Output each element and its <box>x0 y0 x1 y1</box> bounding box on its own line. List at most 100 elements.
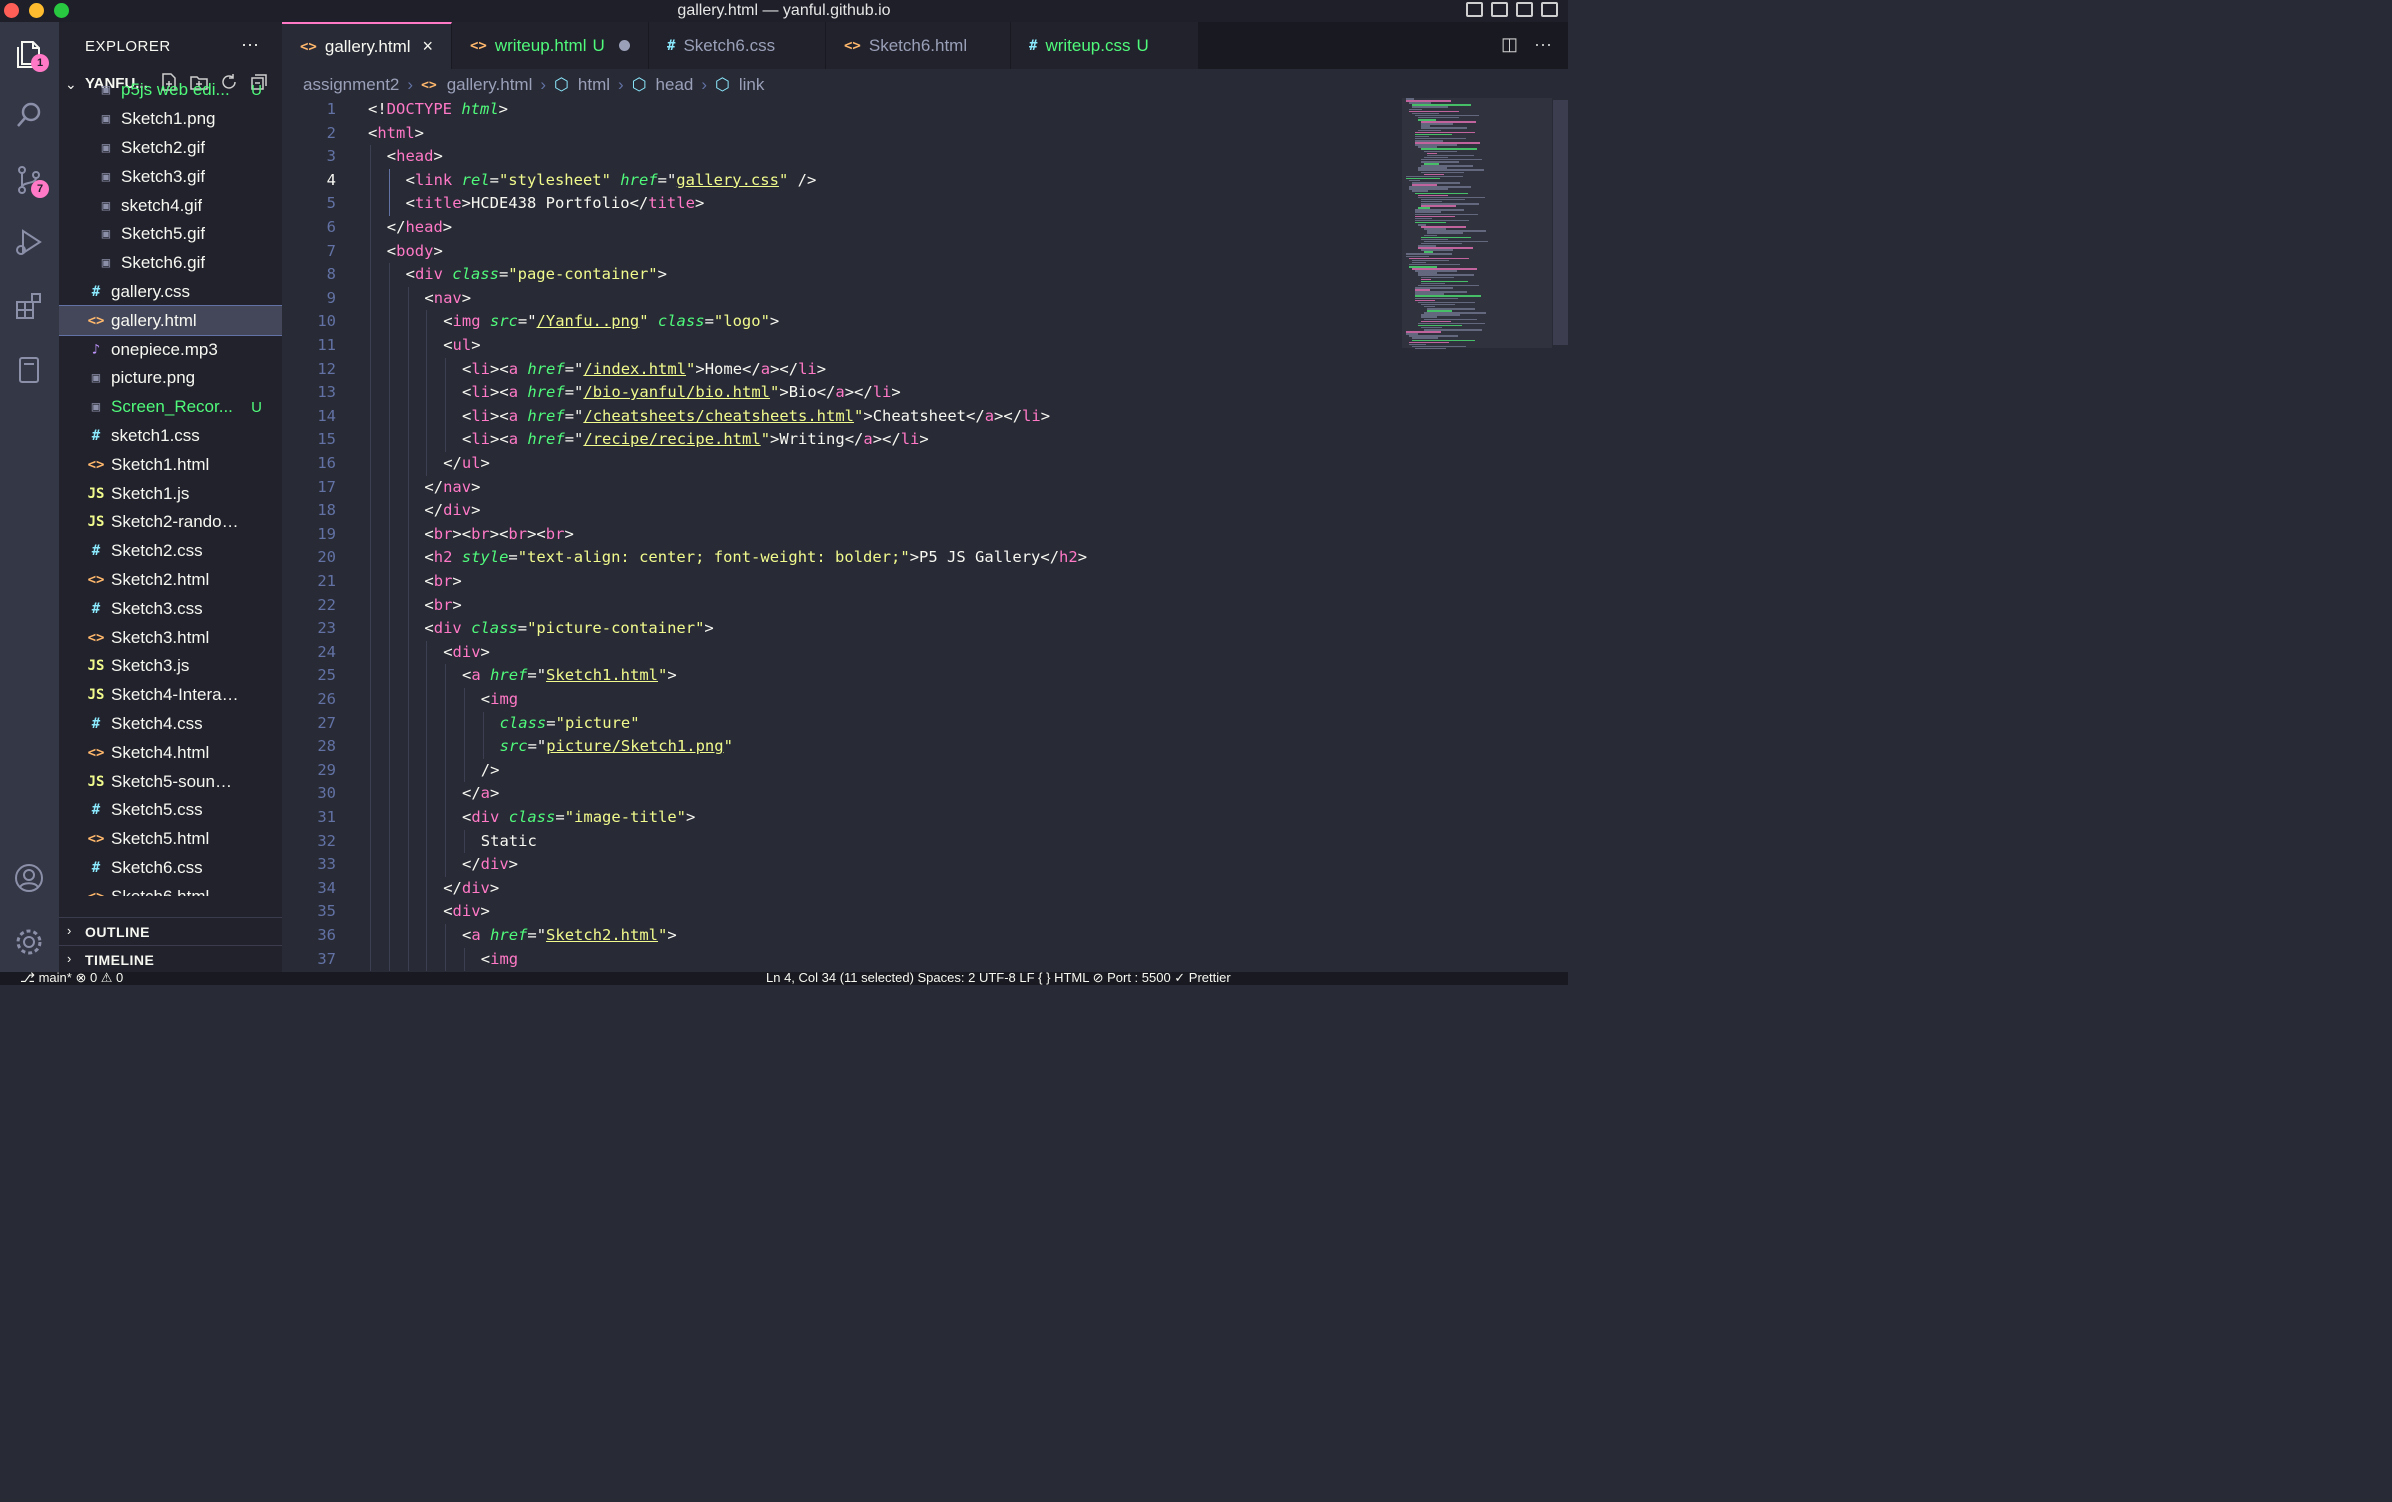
code-line[interactable]: 37 <img <box>282 947 1392 972</box>
code-line[interactable]: 7 <body> <box>282 239 1392 264</box>
file-item[interactable]: # Sketch2.css <box>59 537 282 566</box>
explorer-button[interactable]: 1 <box>9 34 49 74</box>
file-item[interactable]: <> Sketch1.html <box>59 450 282 479</box>
code-line[interactable]: 1 <!DOCTYPE html> <box>282 98 1392 122</box>
code-line[interactable]: 31 <div class="image-title"> <box>282 806 1392 830</box>
file-item[interactable]: ▣ sketch4.gif <box>59 191 282 220</box>
code-line[interactable]: 24 <div> <box>282 640 1392 665</box>
breadcrumb-item[interactable]: head <box>656 75 694 95</box>
explorer-more-icon[interactable]: ··· <box>241 34 259 55</box>
file-item[interactable]: <> Sketch2.html <box>59 566 282 595</box>
file-item[interactable]: JS Sketch5-sound.js <box>59 767 282 796</box>
file-item[interactable]: ▣ Screen_Recor... U <box>59 393 282 422</box>
file-item[interactable]: ♪ onepiece.mp3 <box>59 335 282 364</box>
breadcrumb-item[interactable]: html <box>578 75 610 95</box>
file-item[interactable]: # Sketch6.css <box>59 854 282 883</box>
more-actions-icon[interactable]: ··· <box>1534 34 1552 55</box>
code-line[interactable]: 34 </div> <box>282 876 1392 901</box>
file-item[interactable]: <> Sketch3.html <box>59 623 282 652</box>
code-line[interactable]: 30 </a> <box>282 782 1392 806</box>
code-line[interactable]: 36 <a href="Sketch2.html"> <box>282 924 1392 948</box>
accounts-button[interactable] <box>9 858 49 898</box>
code-line[interactable]: 6 </head> <box>282 216 1392 240</box>
code-line[interactable]: 2 <html> <box>282 122 1392 146</box>
code-line[interactable]: 18 </div> <box>282 499 1392 523</box>
tab-gallery-html[interactable]: <> gallery.html × <box>282 22 452 69</box>
minimap[interactable] <box>1402 98 1552 358</box>
file-item[interactable]: ▣ Sketch1.png <box>59 105 282 134</box>
manage-button[interactable] <box>9 922 49 962</box>
file-item[interactable]: # gallery.css <box>59 278 282 307</box>
file-item[interactable]: <> gallery.html <box>59 305 282 337</box>
status-right[interactable]: Ln 4, Col 34 (11 selected) Spaces: 2 UTF… <box>766 972 1231 985</box>
code-line[interactable]: 8 <div class="page-container"> <box>282 263 1392 287</box>
tab-Sketch6-css[interactable]: # Sketch6.css <box>649 22 826 69</box>
outline-section[interactable]: › OUTLINE <box>59 917 282 946</box>
vertical-scrollbar[interactable] <box>1553 100 1568 345</box>
code-line[interactable]: 11 <ul> <box>282 334 1392 358</box>
code-line[interactable]: 27 class="picture" <box>282 711 1392 736</box>
code-line[interactable]: 29 /> <box>282 758 1392 783</box>
tab-writeup-css[interactable]: # writeup.css U <box>1011 22 1199 69</box>
unsaved-dot-icon[interactable] <box>618 40 630 51</box>
file-item[interactable]: # sketch1.css <box>59 422 282 451</box>
tab-writeup-html[interactable]: <> writeup.html U <box>452 22 649 69</box>
code-line[interactable]: 12 <li><a href="/index.html">Home</a></li… <box>282 357 1392 382</box>
file-item[interactable]: ▣ Sketch2.gif <box>59 134 282 163</box>
run-debug-button[interactable] <box>9 222 49 262</box>
close-icon[interactable]: × <box>423 36 434 57</box>
code-line[interactable]: 28 src="picture/Sketch1.png" <box>282 735 1392 759</box>
breadcrumb-item[interactable]: gallery.html <box>447 75 533 95</box>
extensions-button[interactable] <box>9 286 49 326</box>
file-item[interactable]: ▣ Sketch3.gif <box>59 162 282 191</box>
file-item[interactable]: ▣ Sketch5.gif <box>59 220 282 249</box>
code-line[interactable]: 22 <br> <box>282 593 1392 618</box>
file-item[interactable]: ▣ picture.png <box>59 364 282 393</box>
file-item[interactable]: ▣ Sketch6.gif <box>59 249 282 278</box>
code-line[interactable]: 20 <h2 style="text-align: center; font-we… <box>282 546 1392 570</box>
breadcrumb-item[interactable]: link <box>739 75 765 95</box>
timeline-section[interactable]: › TIMELINE <box>59 945 282 974</box>
code-line[interactable]: 16 </ul> <box>282 452 1392 476</box>
file-item[interactable]: # Sketch3.css <box>59 594 282 623</box>
code-line[interactable]: 5 <title>HCDE438 Portfolio</title> <box>282 192 1392 216</box>
code-line[interactable]: 25 <a href="Sketch1.html"> <box>282 664 1392 688</box>
file-item[interactable]: <> Sketch6.html <box>59 882 282 896</box>
remote-explorer-button[interactable] <box>9 350 49 390</box>
code-editor[interactable]: 1 <!DOCTYPE html> 2 <html> 3 <head> 4 <link rel… <box>282 98 1392 972</box>
customize-layout-icon[interactable] <box>1541 2 1558 17</box>
toggle-panel-icon[interactable] <box>1491 2 1508 17</box>
split-editor-icon[interactable]: ◫ <box>1501 34 1518 55</box>
toggle-sidebar-icon[interactable] <box>1466 2 1483 17</box>
code-line[interactable]: 13 <li><a href="/bio-yanful/bio.html">Bio… <box>282 381 1392 405</box>
tab-Sketch6-html[interactable]: <> Sketch6.html <box>826 22 1011 69</box>
code-line[interactable]: 23 <div class="picture-container"> <box>282 617 1392 641</box>
file-item[interactable]: <> Sketch5.html <box>59 825 282 854</box>
code-line[interactable]: 17 </nav> <box>282 475 1392 500</box>
code-line[interactable]: 19 <br><br><br><br> <box>282 522 1392 547</box>
breadcrumb-item[interactable]: assignment2 <box>303 75 399 95</box>
code-line[interactable]: 15 <li><a href="/recipe/recipe.html">Writ… <box>282 428 1392 452</box>
code-line[interactable]: 21 <br> <box>282 570 1392 594</box>
file-item[interactable]: JS Sketch3.js <box>59 652 282 681</box>
code-line[interactable]: 35 <div> <box>282 900 1392 924</box>
code-line[interactable]: 9 <nav> <box>282 286 1392 311</box>
code-line[interactable]: 3 <head> <box>282 145 1392 169</box>
file-item[interactable]: # Sketch5.css <box>59 796 282 825</box>
file-item[interactable]: JS Sketch2-random.js <box>59 508 282 537</box>
toggle-secondary-sidebar-icon[interactable] <box>1516 2 1533 17</box>
code-line[interactable]: 33 </div> <box>282 853 1392 877</box>
search-button[interactable] <box>9 95 49 135</box>
code-line[interactable]: 26 <img <box>282 688 1392 712</box>
file-item[interactable]: JS Sketch1.js <box>59 479 282 508</box>
file-item[interactable]: # Sketch4.css <box>59 710 282 739</box>
file-item[interactable]: <> Sketch4.html <box>59 738 282 767</box>
file-item[interactable]: ▣ p5js web edi... U <box>59 76 282 105</box>
code-line[interactable]: 10 <img src="/Yanfu..png" class="logo"> <box>282 310 1392 334</box>
code-line[interactable]: 14 <li><a href="/cheatsheets/cheatsheets.… <box>282 404 1392 429</box>
code-line[interactable]: 4 <link rel="stylesheet" href="gallery.cs… <box>282 168 1392 193</box>
status-left[interactable]: ⎇ main* ⊗ 0 ⚠ 0 <box>20 972 123 985</box>
file-item[interactable]: JS Sketch4-Interactiv... <box>59 681 282 710</box>
code-line[interactable]: 32 Static <box>282 829 1392 854</box>
source-control-button[interactable]: 7 <box>9 160 49 200</box>
